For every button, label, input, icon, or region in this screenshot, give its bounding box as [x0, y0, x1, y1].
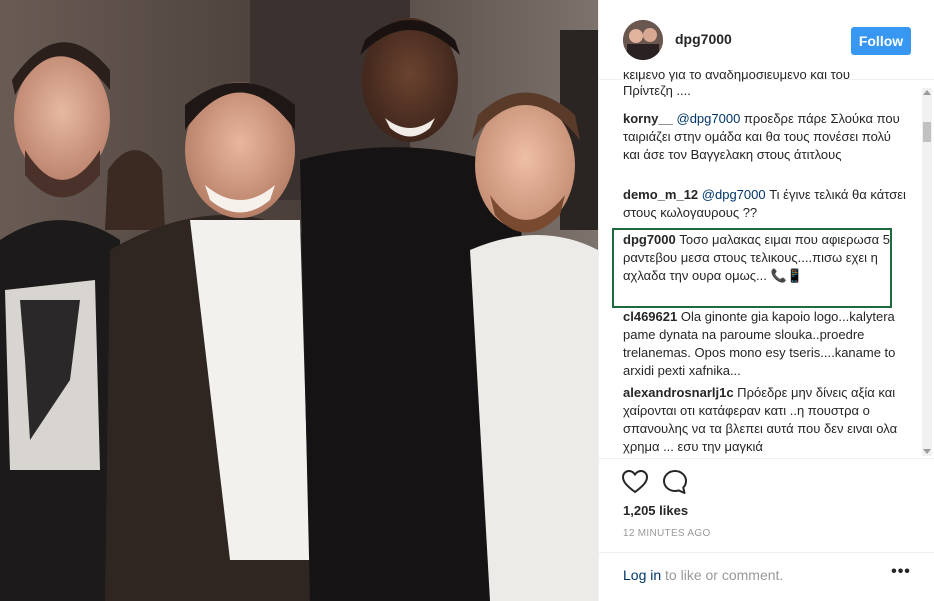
avatar[interactable]	[623, 20, 663, 60]
comment-author[interactable]: dpg7000	[623, 232, 676, 247]
comment-author[interactable]: korny__	[623, 111, 673, 126]
comment-author[interactable]: alexandrosnarlj1c	[623, 385, 734, 400]
heart-icon[interactable]	[621, 468, 649, 496]
comment: alexandrosnarlj1c Πρόεδρε μην δίνεις αξί…	[623, 384, 907, 456]
phone-emoji-icon: 📞📱	[770, 268, 803, 283]
post-photo[interactable]	[0, 0, 598, 601]
login-prompt: Log in to like or comment.	[623, 567, 783, 583]
group-photo-image	[0, 0, 598, 601]
more-icon[interactable]: •••	[889, 564, 913, 583]
comment-highlighted: dpg7000 Τοσο μαλακας ειμαι που αφιερωσα …	[623, 231, 907, 285]
login-link[interactable]: Log in	[623, 567, 661, 583]
comment-author[interactable]: demo_m_12	[623, 187, 698, 202]
username[interactable]: dpg7000	[675, 31, 732, 47]
post-side-panel: dpg7000 Follow κειμενο για το αναδημοσιε…	[598, 0, 934, 601]
comments-scrollbar[interactable]	[922, 88, 932, 456]
login-prompt-text: to like or comment.	[661, 567, 784, 583]
avatar-image	[623, 20, 663, 60]
scroll-up-arrow-icon[interactable]	[923, 90, 931, 95]
comment-mention[interactable]: @dpg7000	[677, 111, 741, 126]
comment: κειμενο για το αναδημοσιευμενο και του Π…	[623, 70, 907, 108]
scrollbar-thumb[interactable]	[923, 122, 931, 142]
comment: cl469621 Ola ginonte gia kapoio logo...k…	[623, 308, 907, 380]
comment-icon[interactable]	[661, 468, 689, 496]
comment-mention[interactable]: @dpg7000	[702, 187, 766, 202]
comments-list[interactable]: κειμενο για το αναδημοσιευμενο και του Π…	[599, 66, 917, 458]
comment-author[interactable]: cl469621	[623, 309, 677, 324]
post-actions: 1,205 likes 12 MINUTES AGO	[599, 458, 934, 558]
comment: demo_m_12 @dpg7000 Τι έγινε τελικά θα κά…	[623, 186, 907, 222]
comment: korny__ @dpg7000 προεδρε πάρε Σλούκα που…	[623, 110, 907, 164]
likes-count[interactable]: 1,205 likes	[623, 503, 688, 518]
comment-text: κειμενο για το αναδημοσιευμενο και του	[623, 70, 850, 82]
post-timestamp[interactable]: 12 MINUTES AGO	[623, 528, 711, 539]
follow-button[interactable]: Follow	[851, 27, 911, 55]
post-footer: Log in to like or comment. •••	[599, 552, 934, 601]
scroll-down-arrow-icon[interactable]	[923, 449, 931, 454]
instagram-post: dpg7000 Follow κειμενο για το αναδημοσιε…	[0, 0, 934, 601]
comment-text-continued: Πρίντεζη ....	[623, 83, 691, 98]
